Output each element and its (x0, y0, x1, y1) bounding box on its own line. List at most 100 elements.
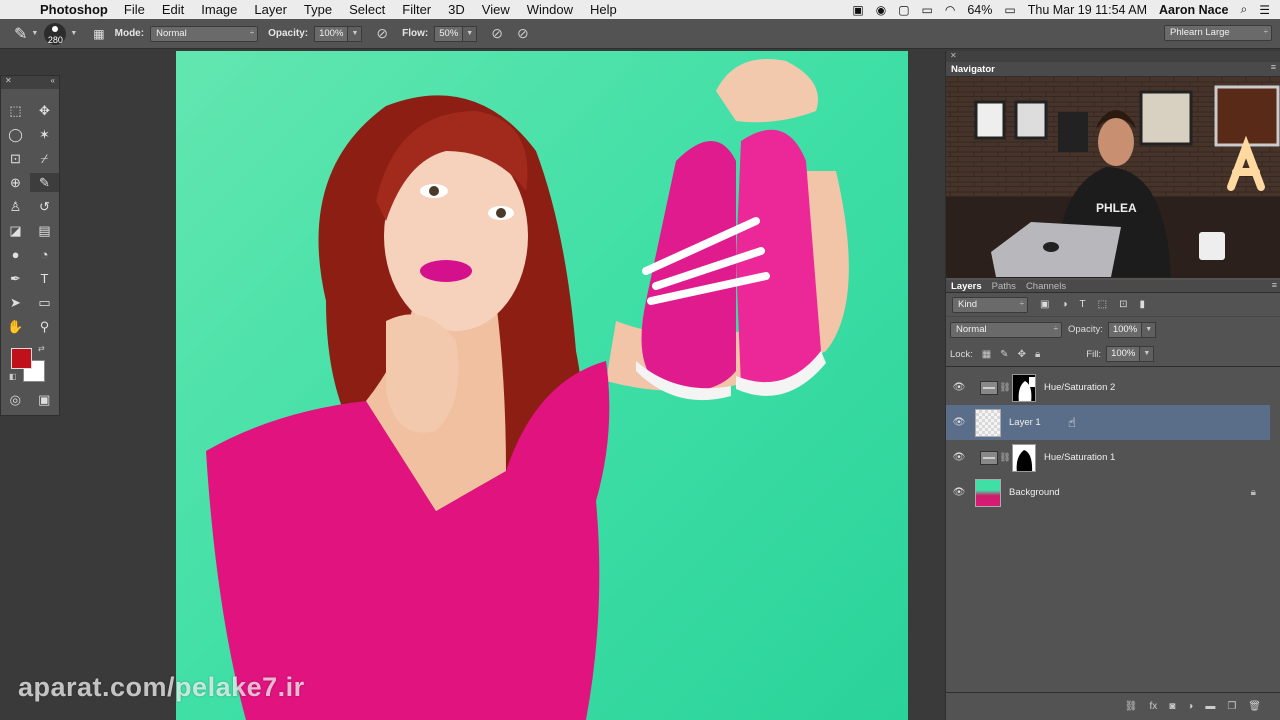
tool-preset-caret-icon[interactable]: ▼ (31, 30, 38, 37)
menu-help[interactable]: Help (590, 2, 617, 17)
blur-tool-icon[interactable]: ● (1, 245, 30, 264)
foreground-color-swatch[interactable] (11, 348, 32, 369)
pressure-size-icon[interactable]: ⊘ (517, 25, 529, 42)
layer-mask-thumbnail[interactable] (1012, 373, 1036, 402)
new-group-icon[interactable]: ▬ (1205, 701, 1215, 712)
brush-panel-toggle-icon[interactable]: ▦ (93, 27, 104, 41)
navigator-panel-header[interactable]: ✕ (946, 51, 1280, 62)
eyedropper-tool-icon[interactable]: ⌿ (30, 149, 59, 168)
healing-brush-tool-icon[interactable]: ⊕ (1, 173, 30, 192)
tab-navigator[interactable]: Navigator (951, 64, 995, 75)
fill-caret-icon[interactable]: ▼ (1140, 346, 1155, 362)
visibility-eye-icon[interactable]: 👁︎ (946, 382, 972, 393)
menu-select[interactable]: Select (349, 2, 385, 17)
opacity-slider-caret-icon[interactable]: ▼ (348, 25, 363, 42)
layer-mask-thumbnail[interactable] (1012, 443, 1036, 472)
path-selection-tool-icon[interactable]: ➤ (1, 293, 30, 312)
link-layers-icon[interactable]: ⛓︎ (1125, 701, 1138, 712)
link-chain-icon[interactable]: ⛓︎ (998, 452, 1012, 463)
camera-icon[interactable]: ▣ (852, 3, 863, 17)
quick-mask-icon[interactable]: ◎ (10, 392, 21, 408)
smart-object-filter-icon[interactable]: ⊡ (1119, 299, 1127, 310)
default-colors-icon[interactable]: ◧ (9, 372, 17, 381)
mode-dropdown[interactable]: Normal (150, 25, 259, 42)
display-icon[interactable]: ▢ (898, 3, 909, 17)
new-adjustment-layer-icon[interactable]: ◑ (1187, 701, 1193, 712)
tab-channels[interactable]: Channels (1026, 281, 1066, 292)
wifi-icon[interactable]: ◠ (945, 3, 955, 17)
brush-size-picker[interactable]: 280 (44, 22, 67, 45)
new-layer-icon[interactable]: ❐ (1227, 701, 1236, 712)
delete-layer-icon[interactable]: 🗑︎ (1248, 701, 1261, 712)
document-canvas[interactable] (176, 51, 908, 720)
rectangle-tool-icon[interactable]: ▭ (30, 293, 59, 312)
airplay-icon[interactable]: ▭ (922, 3, 933, 17)
flow-slider-caret-icon[interactable]: ▼ (463, 25, 478, 42)
history-brush-tool-icon[interactable]: ↺ (30, 197, 59, 216)
gradient-tool-icon[interactable]: ▤ (30, 221, 59, 240)
creative-cloud-icon[interactable]: ◉ (876, 3, 886, 17)
opacity-field[interactable]: 100% (314, 25, 349, 42)
notification-center-icon[interactable]: ☰ (1259, 3, 1270, 17)
fill-field[interactable]: 100% (1106, 346, 1141, 362)
close-icon[interactable]: ✕ (950, 51, 957, 60)
brush-tool-icon[interactable]: ✎ (14, 24, 27, 44)
clone-stamp-tool-icon[interactable]: ♙ (1, 197, 30, 216)
menu-layer[interactable]: Layer (254, 2, 287, 17)
menu-image[interactable]: Image (201, 2, 237, 17)
visibility-eye-icon[interactable]: 👁︎ (946, 487, 972, 498)
pen-tool-icon[interactable]: ✒ (1, 269, 30, 288)
menu-filter[interactable]: Filter (402, 2, 431, 17)
crop-tool-icon[interactable]: ⊡ (1, 149, 30, 168)
blend-mode-dropdown[interactable]: Normal (950, 321, 1062, 338)
menu-view[interactable]: View (482, 2, 510, 17)
layer-row-background[interactable]: 👁︎ Background 🔒︎ (946, 475, 1270, 510)
visibility-eye-icon[interactable]: 👁︎ (946, 417, 972, 428)
close-icon[interactable]: ✕ (5, 76, 12, 89)
adjustment-filter-icon[interactable]: ◑ (1061, 299, 1067, 310)
layer-opacity-caret-icon[interactable]: ▼ (1142, 321, 1157, 338)
brush-tool-icon[interactable]: ✎ (30, 173, 59, 192)
tab-paths[interactable]: Paths (992, 281, 1016, 292)
battery-percent[interactable]: 64% (967, 3, 992, 17)
filter-kind-dropdown[interactable]: Kind (952, 296, 1028, 313)
panel-menu-icon[interactable]: ≡ (1271, 62, 1276, 72)
layer-row-hue-saturation-2[interactable]: 👁︎ ⛓︎ Hue/Saturation 2 (946, 370, 1270, 405)
dodge-tool-icon[interactable]: ◔ (30, 245, 59, 264)
filter-toggle-icon[interactable]: ▮ (1139, 299, 1145, 310)
tab-layers[interactable]: Layers (951, 281, 982, 292)
menu-type[interactable]: Type (304, 2, 332, 17)
eraser-tool-icon[interactable]: ◪ (1, 221, 30, 240)
airbrush-icon[interactable]: ⊘ (491, 25, 503, 42)
layer-thumbnail-transparent[interactable] (975, 408, 1001, 437)
lock-transparent-icon[interactable]: ▦ (982, 349, 991, 360)
add-mask-icon[interactable]: ◙ (1169, 701, 1175, 712)
layer-lock-icon[interactable]: 🔒︎ (1251, 487, 1256, 498)
pressure-opacity-icon[interactable]: ⊘ (376, 25, 388, 42)
tools-panel-header[interactable]: ✕ « (1, 76, 59, 89)
hand-tool-icon[interactable]: ✋ (1, 317, 30, 336)
visibility-eye-icon[interactable]: 👁︎ (946, 452, 972, 463)
background-thumbnail[interactable] (975, 478, 1001, 507)
swap-colors-icon[interactable]: ⇄ (38, 344, 45, 353)
battery-icon[interactable]: ▭ (1004, 3, 1015, 17)
lock-image-icon[interactable]: ✎ (1000, 349, 1008, 360)
pixel-filter-icon[interactable]: ▣ (1040, 299, 1049, 310)
lock-position-icon[interactable]: ✥ (1018, 349, 1026, 360)
layers-panel-menu-icon[interactable]: ≡ (1272, 280, 1277, 290)
menu-3d[interactable]: 3D (448, 2, 465, 17)
menu-window[interactable]: Window (527, 2, 573, 17)
layer-row-layer-1[interactable]: 👁︎ Layer 1 ☝︎ (946, 405, 1270, 440)
magic-wand-tool-icon[interactable]: ✶ (30, 125, 59, 144)
menu-edit[interactable]: Edit (162, 2, 184, 17)
screen-mode-icon[interactable]: ▣ (38, 392, 50, 408)
collapse-icon[interactable]: « (51, 76, 55, 89)
navigator-preview[interactable]: A PHLEA (946, 77, 1280, 278)
lock-all-icon[interactable]: 🔒︎ (1035, 349, 1040, 360)
brush-picker-caret-icon[interactable]: ▼ (70, 30, 77, 37)
user-menu[interactable]: Aaron Nace (1159, 3, 1228, 17)
type-tool-icon[interactable]: T (30, 269, 59, 288)
link-chain-icon[interactable]: ⛓︎ (998, 382, 1012, 393)
layer-opacity-field[interactable]: 100% (1107, 321, 1143, 338)
clock[interactable]: Thu Mar 19 11:54 AM (1028, 3, 1147, 17)
